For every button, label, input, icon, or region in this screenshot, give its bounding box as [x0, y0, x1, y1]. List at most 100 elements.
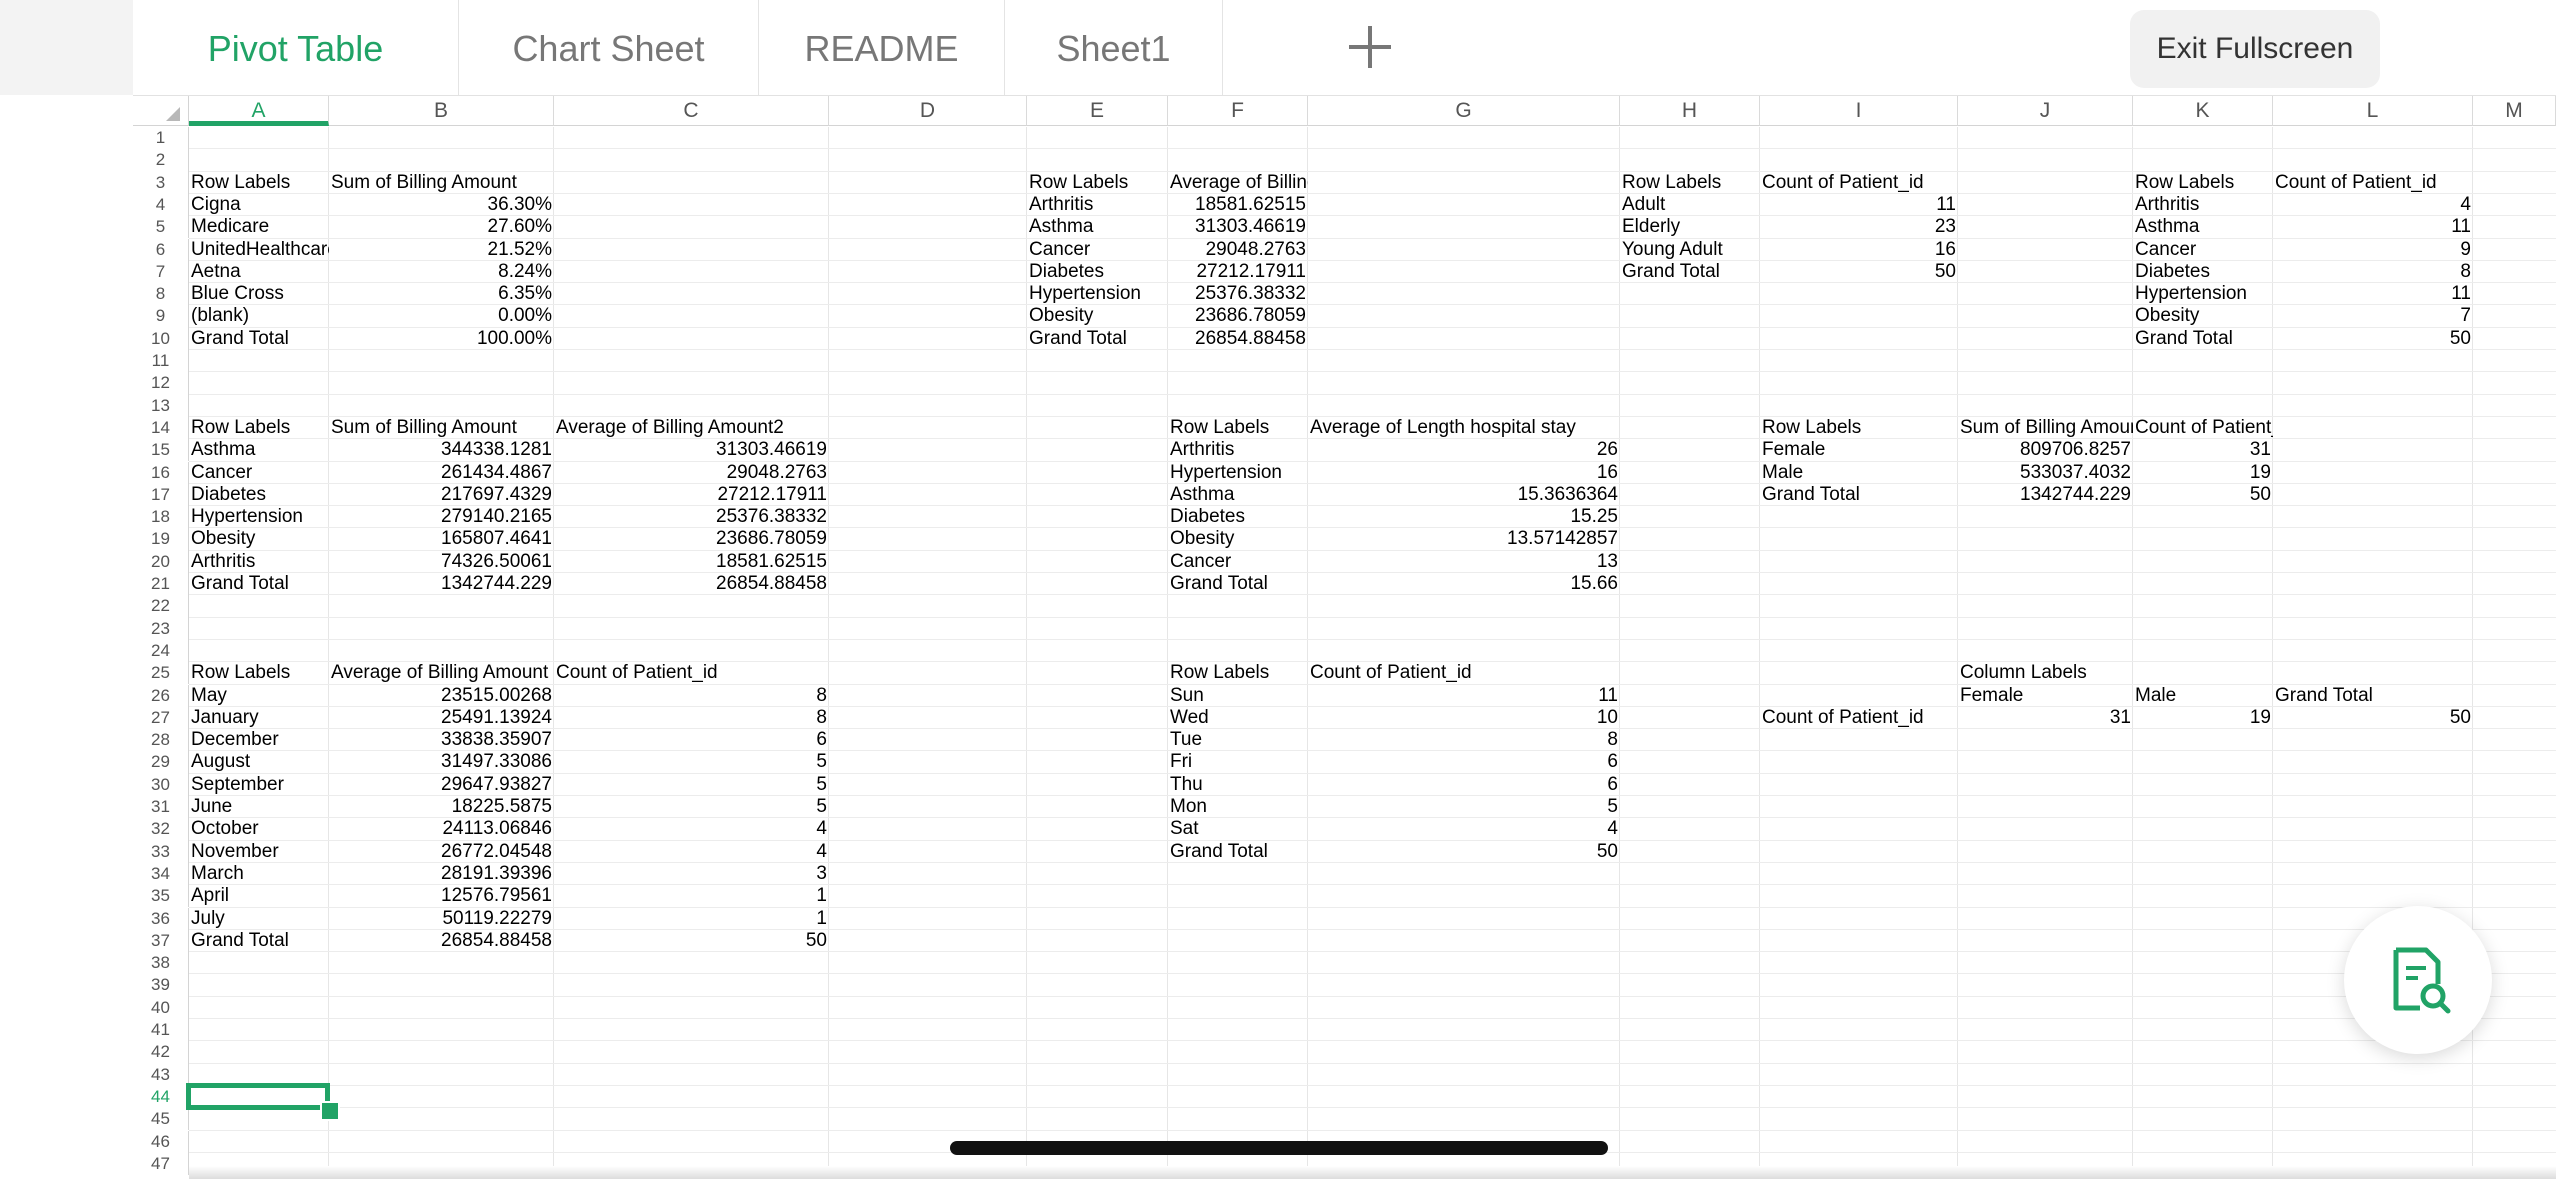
cell-f21[interactable]: Grand Total [1168, 573, 1308, 595]
cell-b20[interactable]: 74326.50061 [329, 551, 554, 573]
cell-h6[interactable]: Young Adult [1620, 239, 1760, 261]
cell-j25[interactable]: Column Labels [1958, 662, 2133, 684]
cell-c28[interactable]: 6 [554, 729, 829, 751]
cell-i6[interactable]: 16 [1760, 239, 1958, 261]
cell-f9[interactable]: 23686.78059 [1168, 305, 1308, 327]
cell-i4[interactable]: 11 [1760, 194, 1958, 216]
cell-a9[interactable]: (blank) [189, 305, 329, 327]
cell-k16[interactable]: 19 [2133, 462, 2273, 484]
cell-b33[interactable]: 26772.04548 [329, 841, 554, 863]
row-header-28[interactable]: 28 [133, 729, 189, 752]
cell-f26[interactable]: Sun [1168, 685, 1308, 707]
cell-g15[interactable]: 26 [1308, 439, 1620, 461]
column-header-c[interactable]: C [554, 96, 829, 126]
row-header-39[interactable]: 39 [133, 974, 189, 997]
cell-b14[interactable]: Sum of Billing Amount [329, 417, 554, 439]
row-header-40[interactable]: 40 [133, 996, 189, 1019]
cell-k6[interactable]: Cancer [2133, 239, 2273, 261]
cell-c27[interactable]: 8 [554, 707, 829, 729]
row-header-19[interactable]: 19 [133, 528, 189, 551]
row-header-1[interactable]: 1 [133, 127, 189, 150]
cell-a25[interactable]: Row Labels [189, 662, 329, 684]
cell-b15[interactable]: 344338.1281 [329, 439, 554, 461]
column-header-g[interactable]: G [1308, 96, 1620, 126]
cell-j27[interactable]: 31 [1958, 707, 2133, 729]
cell-f20[interactable]: Cancer [1168, 551, 1308, 573]
cell-b26[interactable]: 23515.00268 [329, 685, 554, 707]
row-header-12[interactable]: 12 [133, 372, 189, 395]
cell-b18[interactable]: 279140.2165 [329, 506, 554, 528]
row-header-45[interactable]: 45 [133, 1108, 189, 1131]
cell-c33[interactable]: 4 [554, 841, 829, 863]
row-header-9[interactable]: 9 [133, 305, 189, 328]
cell-l26[interactable]: Grand Total [2273, 685, 2473, 707]
cell-a7[interactable]: Aetna [189, 261, 329, 283]
cell-h5[interactable]: Elderly [1620, 216, 1760, 238]
cell-j17[interactable]: 1342744.229 [1958, 484, 2133, 506]
cell-f3[interactable]: Average of Billing Amount2 [1168, 172, 1308, 194]
column-header-h[interactable]: H [1620, 96, 1760, 126]
cell-j26[interactable]: Female [1958, 685, 2133, 707]
cell-f17[interactable]: Asthma [1168, 484, 1308, 506]
column-header-f[interactable]: F [1168, 96, 1308, 126]
cell-g14[interactable]: Average of Length hospital stay [1308, 417, 1620, 439]
cell-e10[interactable]: Grand Total [1027, 328, 1168, 350]
cell-a32[interactable]: October [189, 818, 329, 840]
row-header-31[interactable]: 31 [133, 796, 189, 819]
cell-g17[interactable]: 15.3636364 [1308, 484, 1620, 506]
cell-e7[interactable]: Diabetes [1027, 261, 1168, 283]
cell-c20[interactable]: 18581.62515 [554, 551, 829, 573]
column-header-d[interactable]: D [829, 96, 1027, 126]
row-header-13[interactable]: 13 [133, 394, 189, 417]
cell-b36[interactable]: 50119.22279 [329, 908, 554, 930]
column-header-b[interactable]: B [329, 96, 554, 126]
column-header-l[interactable]: L [2273, 96, 2473, 126]
row-header-35[interactable]: 35 [133, 885, 189, 908]
column-header-e[interactable]: E [1027, 96, 1168, 126]
cell-k15[interactable]: 31 [2133, 439, 2273, 461]
cell-g21[interactable]: 15.66 [1308, 573, 1620, 595]
cell-k9[interactable]: Obesity [2133, 305, 2273, 327]
cell-e3[interactable]: Row Labels [1027, 172, 1168, 194]
cell-f31[interactable]: Mon [1168, 796, 1308, 818]
cell-f30[interactable]: Thu [1168, 774, 1308, 796]
cell-a15[interactable]: Asthma [189, 439, 329, 461]
row-header-47[interactable]: 47 [133, 1152, 189, 1176]
cell-k26[interactable]: Male [2133, 685, 2273, 707]
row-header-27[interactable]: 27 [133, 706, 189, 730]
cell-a17[interactable]: Diabetes [189, 484, 329, 506]
cell-a31[interactable]: June [189, 796, 329, 818]
cell-c34[interactable]: 3 [554, 863, 829, 885]
cell-k8[interactable]: Hypertension [2133, 283, 2273, 305]
cell-c37[interactable]: 50 [554, 930, 829, 952]
cell-a21[interactable]: Grand Total [189, 573, 329, 595]
cell-c35[interactable]: 1 [554, 885, 829, 907]
cell-b7[interactable]: 8.24% [329, 261, 554, 283]
cell-f25[interactable]: Row Labels [1168, 662, 1308, 684]
cell-a29[interactable]: August [189, 751, 329, 773]
cell-b29[interactable]: 31497.33086 [329, 751, 554, 773]
selected-cell-outline[interactable] [186, 1082, 330, 1111]
cell-f15[interactable]: Arthritis [1168, 439, 1308, 461]
cell-i14[interactable]: Row Labels [1760, 417, 1958, 439]
cell-l8[interactable]: 11 [2273, 283, 2473, 305]
cell-g32[interactable]: 4 [1308, 818, 1620, 840]
cell-a14[interactable]: Row Labels [189, 417, 329, 439]
cell-c14[interactable]: Average of Billing Amount2 [554, 417, 829, 439]
home-indicator-bar[interactable] [950, 1141, 1608, 1155]
cell-a10[interactable]: Grand Total [189, 328, 329, 350]
cell-b10[interactable]: 100.00% [329, 328, 554, 350]
cell-b4[interactable]: 36.30% [329, 194, 554, 216]
cell-b9[interactable]: 0.00% [329, 305, 554, 327]
cell-a28[interactable]: December [189, 729, 329, 751]
column-header-k[interactable]: K [2133, 96, 2273, 126]
cell-c29[interactable]: 5 [554, 751, 829, 773]
cell-e6[interactable]: Cancer [1027, 239, 1168, 261]
cell-f7[interactable]: 27212.17911 [1168, 261, 1308, 283]
cell-g31[interactable]: 5 [1308, 796, 1620, 818]
cell-b17[interactable]: 217697.4329 [329, 484, 554, 506]
cell-f19[interactable]: Obesity [1168, 528, 1308, 550]
row-header-21[interactable]: 21 [133, 573, 189, 596]
cell-a3[interactable]: Row Labels [189, 172, 329, 194]
column-header-j[interactable]: J [1958, 96, 2133, 126]
